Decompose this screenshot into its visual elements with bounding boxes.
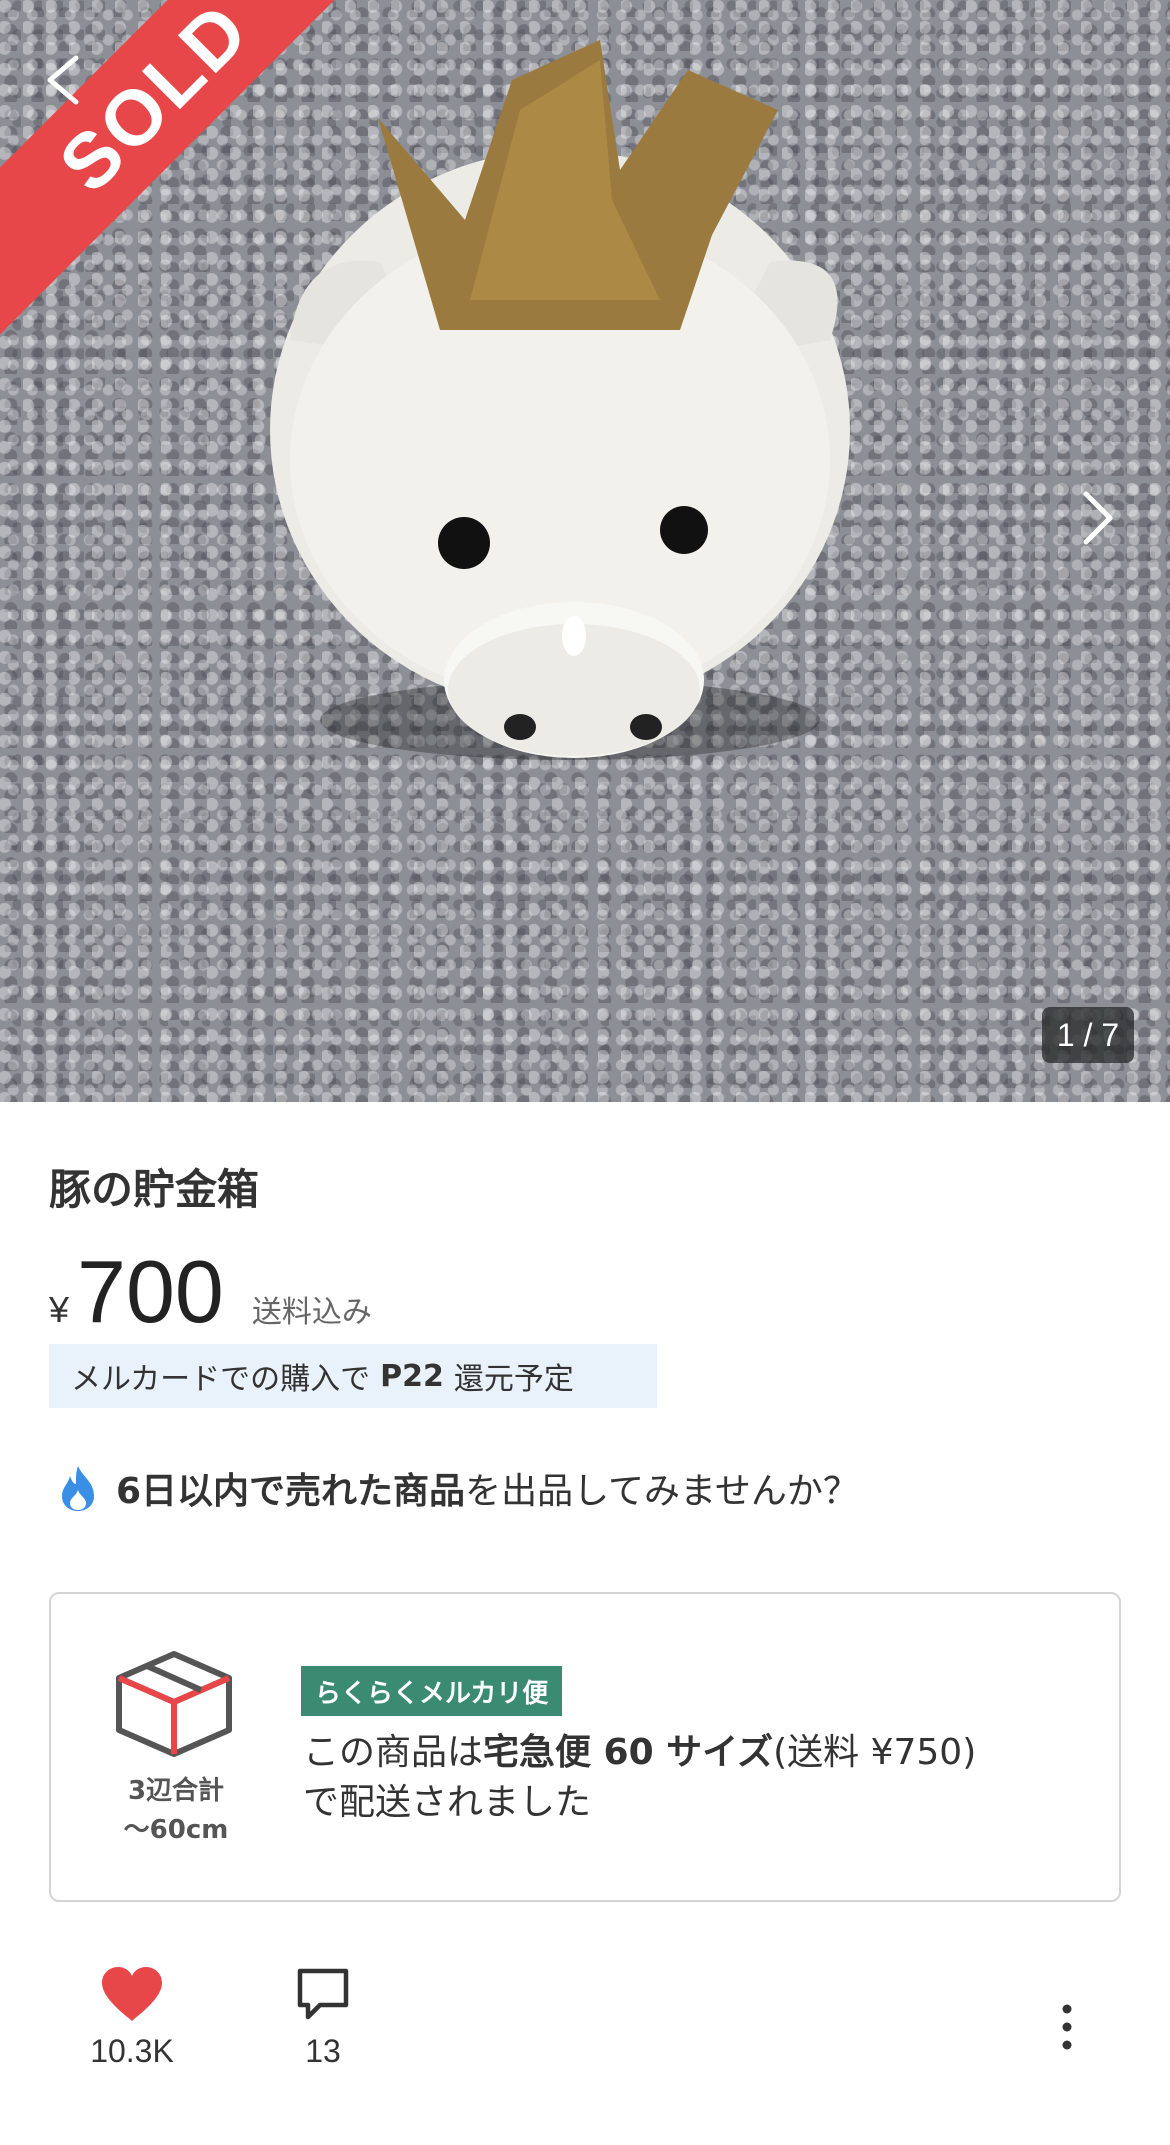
like-button[interactable]: 10.3K (82, 1965, 182, 2070)
price-row: ¥ 700 送料込み (49, 1248, 372, 1336)
comment-button[interactable]: 13 (273, 1965, 373, 2070)
image-counter: 1 / 7 (1042, 1007, 1134, 1063)
heart-icon (102, 1967, 162, 2021)
listing-promo[interactable]: 6日以内で売れた商品 を出品してみませんか？ (56, 1462, 859, 1514)
flame-icon (62, 1466, 94, 1511)
points-amount: P22 (380, 1358, 444, 1394)
page-title: 豚の貯金箱 (49, 1165, 260, 1214)
promo-text: を出品してみませんか？ (465, 1471, 859, 1512)
shipping-text-post: で配送されました (303, 1782, 592, 1824)
shipping-text-fee: (送料 ¥750) (773, 1732, 977, 1773)
chevron-right-icon[interactable] (1072, 488, 1120, 548)
box-size-label: 3辺合計 ～60cm (91, 1772, 261, 1850)
product-photo[interactable]: SOLD 1 / 7 (0, 0, 1170, 1102)
shipping-text-pre: この商品は (303, 1732, 484, 1773)
comment-count: 13 (305, 2033, 341, 2069)
points-banner: メルカードでの購入で P22 還元予定 (49, 1344, 657, 1408)
shipping-included-label: 送料込み (251, 1295, 372, 1330)
points-suffix: 還元予定 (453, 1362, 574, 1397)
box-size-line1: 3辺合計 (127, 1776, 225, 1806)
chevron-left-icon[interactable] (38, 52, 94, 108)
promo-bold-text: 6日以内で売れた商品 (116, 1471, 466, 1512)
shipping-method-badge: らくらくメルカリ便 (301, 1666, 563, 1716)
box-icon (116, 1651, 232, 1757)
piggy-bank-image (270, 40, 850, 760)
box-size-line2: ～60cm (123, 1815, 229, 1845)
price-value: 700 (77, 1242, 224, 1341)
currency-symbol: ¥ (49, 1289, 70, 1330)
shipping-description: この商品は宅急便 60 サイズ(送料 ¥750) で配送されました (303, 1728, 1083, 1829)
more-vertical-icon[interactable] (1052, 1997, 1082, 2057)
action-bar: 10.3K 13 (0, 1965, 1170, 2095)
shipping-text-bold: 宅急便 60 サイズ (483, 1732, 774, 1773)
points-prefix: メルカードでの購入で (71, 1362, 371, 1397)
comment-icon (297, 1968, 349, 2020)
shipping-card: 3辺合計 ～60cm らくらくメルカリ便 この商品は宅急便 60 サイズ(送料 … (49, 1592, 1121, 1902)
like-count: 10.3K (90, 2033, 174, 2069)
